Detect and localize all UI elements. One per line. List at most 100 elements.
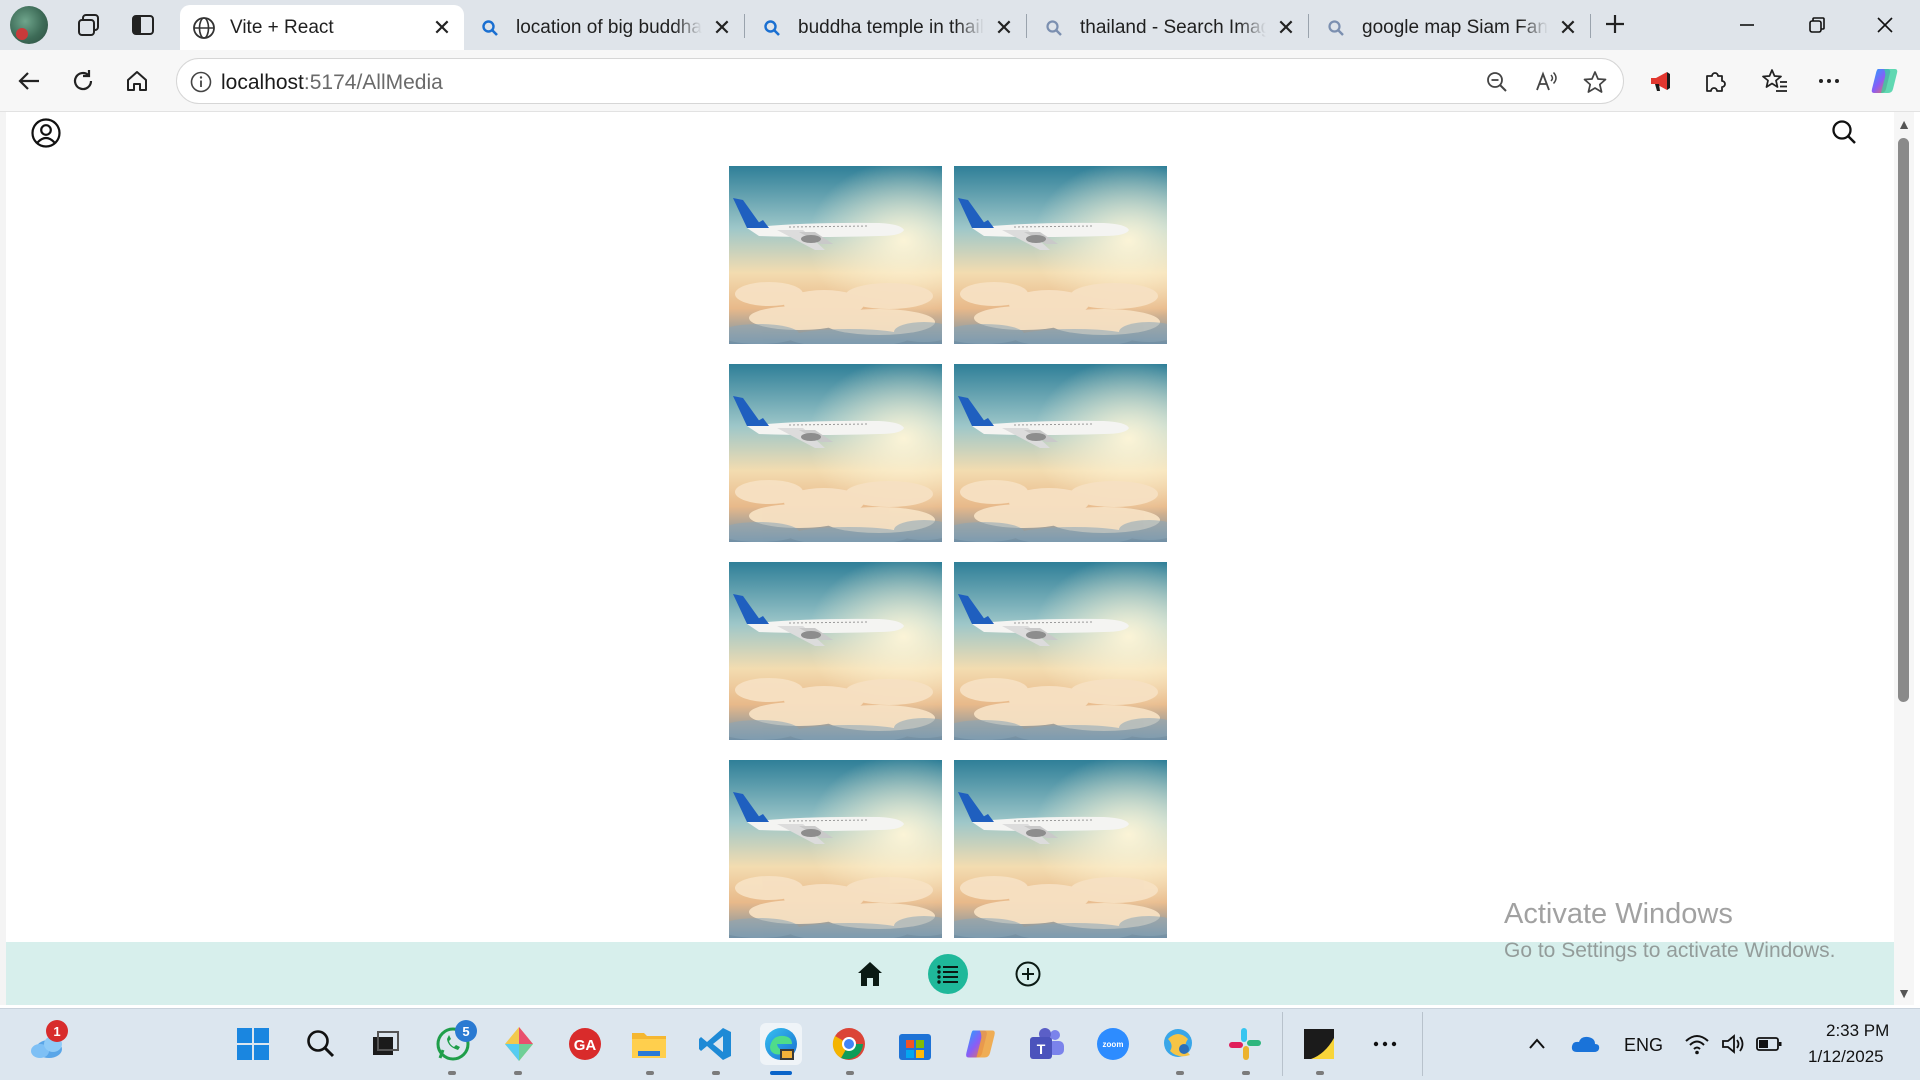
url-text[interactable]: localhost:5174/AllMedia [221,71,443,95]
tab-buddha-temple[interactable]: buddha temple in thaila ✕ [748,5,1026,50]
home-icon[interactable] [850,954,890,994]
search-icon [1042,16,1066,40]
tab-title: buddha temple in thaila [798,16,984,38]
tab-divider [1026,14,1027,38]
chevron-up-icon[interactable] [1516,1023,1558,1065]
running-indicator [646,1071,654,1075]
add-circle-icon[interactable] [1008,954,1048,994]
sticky-notes-icon[interactable] [1298,1023,1340,1065]
close-tab-icon[interactable]: ✕ [432,15,452,40]
copilot-app-icon[interactable] [960,1023,1002,1065]
task-view-icon[interactable] [364,1023,406,1065]
minimize-icon[interactable] [1714,0,1780,50]
clock-time[interactable]: 2:33 PM [1826,1021,1889,1041]
tab-google-map-siam[interactable]: google map Siam Fanta ✕ [1312,5,1590,50]
battery-icon[interactable] [1748,1023,1790,1065]
running-indicator [846,1071,854,1075]
refresh-icon[interactable] [64,62,102,100]
more-menu-icon[interactable] [1810,62,1848,100]
windows-activation-watermark: Activate Windows Go to Settings to activ… [1504,898,1836,963]
search-icon[interactable] [1830,118,1860,148]
media-thumbnail[interactable] [954,760,1167,938]
language-indicator[interactable]: ENG [1624,1035,1663,1056]
windows-taskbar: 1 5 GA T zoom ENG 2:33 PM 1/12/2025 [0,1008,1920,1080]
collections-icon[interactable] [72,9,106,41]
browser-titlebar: Vite + React ✕ location of big buddha t … [0,0,1920,50]
media-grid [729,166,1167,938]
url-host: localhost [221,71,304,94]
browser-toolbar: localhost:5174/AllMedia [0,50,1920,112]
search-icon[interactable] [300,1023,342,1065]
running-indicator [448,1071,456,1075]
tab-divider [1308,14,1309,38]
back-arrow-icon[interactable] [10,62,48,100]
media-thumbnail[interactable] [954,166,1167,344]
media-thumbnail[interactable] [729,364,942,542]
favorites-list-icon[interactable] [1756,62,1794,100]
new-tab-icon[interactable] [1598,8,1632,40]
site-info-icon[interactable] [189,70,213,94]
windows-start-icon[interactable] [232,1023,274,1065]
home-icon[interactable] [118,62,156,100]
vertical-scrollbar[interactable]: ▲ ▼ [1894,112,1914,1005]
tab-thailand-images[interactable]: thailand - Search Image ✕ [1030,5,1308,50]
svg-text:zoom: zoom [1103,1040,1124,1049]
kite-app-icon[interactable] [498,1023,540,1065]
svg-text:GA: GA [574,1037,597,1054]
user-profile-icon[interactable] [30,117,62,149]
zoom-icon[interactable]: zoom [1092,1023,1134,1065]
address-bar[interactable]: localhost:5174/AllMedia [176,58,1624,104]
profile-avatar[interactable] [10,6,48,44]
scroll-down-arrow-icon[interactable]: ▼ [1897,986,1911,1000]
slack-icon[interactable] [1224,1023,1266,1065]
tab-divider [1590,14,1591,38]
taskbar-divider [1282,1012,1283,1076]
megaphone-extension-icon[interactable] [1642,62,1680,100]
microsoft-store-icon[interactable] [894,1023,936,1065]
url-path: :5174/AllMedia [303,71,443,94]
media-thumbnail[interactable] [729,562,942,740]
snipping-app-icon[interactable] [1158,1023,1200,1065]
edge-browser-icon[interactable] [760,1023,802,1065]
copilot-icon[interactable] [1866,62,1904,100]
vertical-tabs-icon[interactable] [126,9,160,41]
all-media-page: Activate Windows Go to Settings to activ… [6,112,1894,1005]
clock-date[interactable]: 1/12/2025 [1808,1047,1884,1067]
vscode-icon[interactable] [694,1023,736,1065]
tab-title: google map Siam Fanta [1362,16,1548,38]
tab-title: thailand - Search Image [1080,16,1266,38]
ga-app-icon[interactable]: GA [564,1023,606,1065]
media-thumbnail[interactable] [954,562,1167,740]
media-thumbnail[interactable] [954,364,1167,542]
weather-badge: 1 [46,1020,68,1042]
search-icon [1324,16,1348,40]
tab-location-big-buddha[interactable]: location of big buddha t ✕ [466,5,744,50]
zoom-out-icon[interactable] [1483,68,1511,96]
read-aloud-icon[interactable] [1533,68,1561,96]
more-apps-icon[interactable] [1364,1023,1406,1065]
chrome-icon[interactable] [828,1023,870,1065]
close-tab-icon[interactable]: ✕ [994,15,1014,40]
close-tab-icon[interactable]: ✕ [1276,15,1296,40]
running-indicator [1316,1071,1324,1075]
scroll-up-arrow-icon[interactable]: ▲ [1897,117,1911,131]
onedrive-cloud-icon[interactable] [1564,1023,1606,1065]
tab-title: location of big buddha t [516,16,702,38]
running-indicator-active [770,1071,792,1075]
media-thumbnail[interactable] [729,166,942,344]
file-explorer-icon[interactable] [628,1023,670,1065]
running-indicator [712,1071,720,1075]
teams-icon[interactable]: T [1026,1023,1068,1065]
extensions-puzzle-icon[interactable] [1696,62,1734,100]
close-tab-icon[interactable]: ✕ [1558,15,1578,40]
close-window-icon[interactable] [1852,0,1918,50]
list-icon[interactable] [928,954,968,994]
watermark-title: Activate Windows [1504,898,1733,930]
restore-icon[interactable] [1784,0,1850,50]
close-tab-icon[interactable]: ✕ [712,15,732,40]
tab-vite-react[interactable]: Vite + React ✕ [180,5,464,50]
scrollbar-thumb[interactable] [1898,138,1909,702]
favorite-star-icon[interactable] [1581,68,1609,96]
media-thumbnail[interactable] [729,760,942,938]
svg-text:T: T [1037,1041,1046,1057]
